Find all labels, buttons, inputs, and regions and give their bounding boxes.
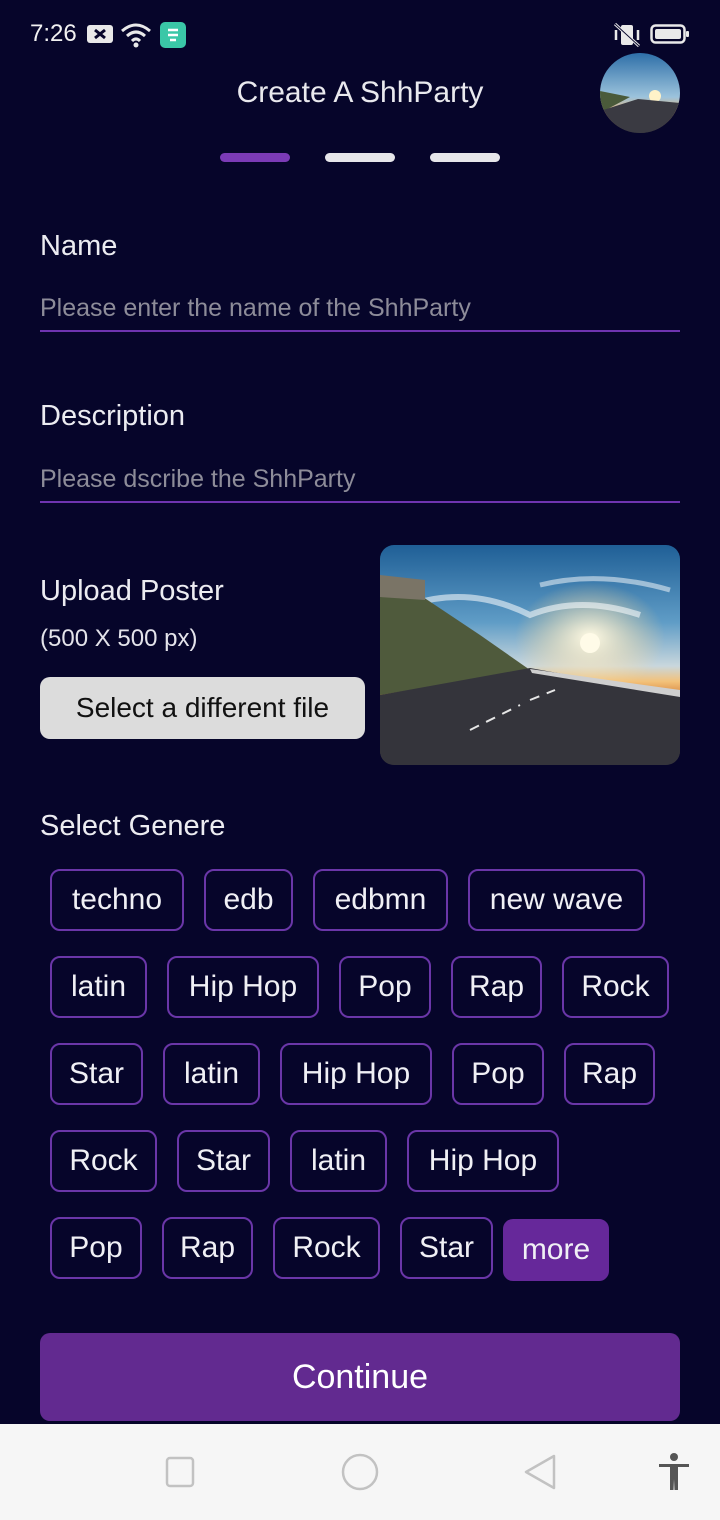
nav-home-icon[interactable]: [340, 1452, 380, 1497]
more-genres-button[interactable]: more: [503, 1219, 609, 1281]
upload-poster-size: (500 X 500 px): [40, 625, 198, 652]
genre-chip[interactable]: Star: [400, 1217, 493, 1279]
wifi-icon: [120, 22, 152, 53]
genre-chip[interactable]: Rock: [273, 1217, 380, 1279]
genre-chip[interactable]: Pop: [339, 956, 431, 1018]
genre-chip[interactable]: Hip Hop: [167, 956, 319, 1018]
name-label: Name: [40, 230, 118, 262]
status-time: 7:26: [30, 20, 77, 47]
genre-chip[interactable]: edb: [204, 869, 293, 931]
accessibility-icon[interactable]: [656, 1452, 692, 1497]
step-3-indicator: [430, 153, 500, 162]
battery-icon: [650, 22, 690, 51]
app-notification-icon: [160, 22, 186, 53]
genre-chip[interactable]: Hip Hop: [407, 1130, 559, 1192]
genre-chip[interactable]: Rock: [50, 1130, 157, 1192]
description-label: Description: [40, 400, 186, 432]
step-indicator: [0, 153, 720, 163]
genre-chip[interactable]: new wave: [468, 869, 645, 931]
status-bar: 7:26: [0, 0, 720, 70]
genre-chip[interactable]: Pop: [452, 1043, 544, 1105]
upload-poster-title: Upload Poster: [40, 575, 224, 607]
notification-icon: [86, 22, 114, 51]
select-file-button[interactable]: Select a different file: [40, 677, 365, 739]
continue-button[interactable]: Continue: [40, 1333, 680, 1421]
description-input[interactable]: [40, 457, 680, 503]
genre-chip[interactable]: Pop: [50, 1217, 142, 1279]
step-1-indicator: [220, 153, 290, 162]
nav-recent-icon[interactable]: [164, 1452, 196, 1497]
genre-chip[interactable]: Star: [177, 1130, 270, 1192]
genre-chip[interactable]: Rap: [162, 1217, 253, 1279]
genre-chip[interactable]: Rock: [562, 956, 669, 1018]
genre-chip[interactable]: Hip Hop: [280, 1043, 432, 1105]
select-genre-title: Select Genere: [40, 810, 226, 842]
nav-back-icon[interactable]: [522, 1452, 558, 1497]
poster-preview: [380, 545, 680, 765]
genre-chip[interactable]: Rap: [451, 956, 542, 1018]
avatar[interactable]: [600, 53, 680, 133]
genre-chip[interactable]: techno: [50, 869, 184, 931]
genre-chip[interactable]: latin: [50, 956, 147, 1018]
genre-chip[interactable]: edbmn: [313, 869, 448, 931]
genre-chip[interactable]: Rap: [564, 1043, 655, 1105]
name-input[interactable]: [40, 286, 680, 332]
mute-vibrate-icon: [612, 22, 642, 53]
genre-chip[interactable]: latin: [290, 1130, 387, 1192]
step-2-indicator: [325, 153, 395, 162]
genre-chip[interactable]: latin: [163, 1043, 260, 1105]
system-nav-bar: [0, 1424, 720, 1520]
genre-chip[interactable]: Star: [50, 1043, 143, 1105]
